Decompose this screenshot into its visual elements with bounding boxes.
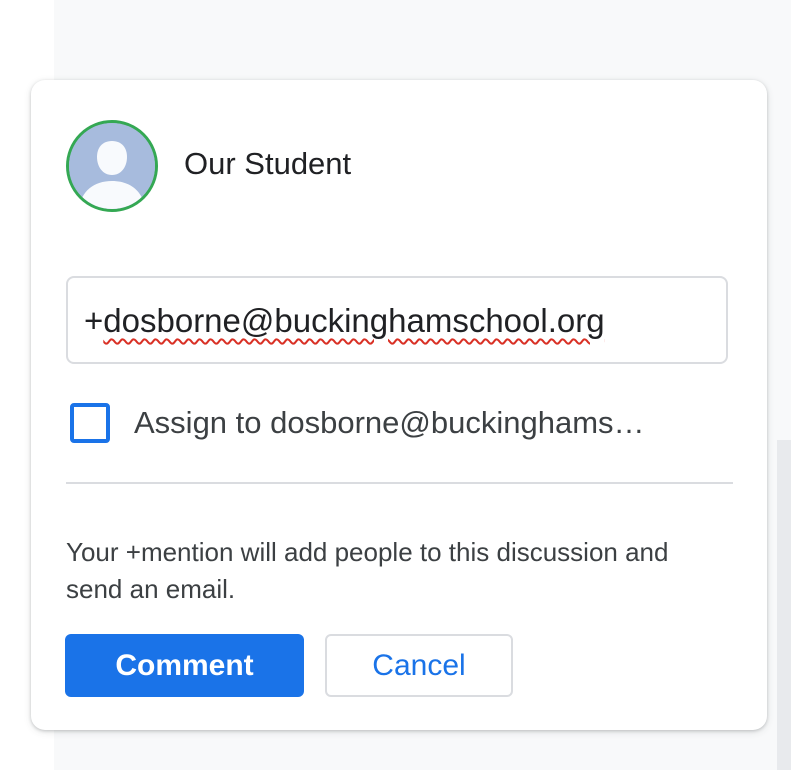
assign-label[interactable]: Assign to dosborne@buckinghamschool.org	[134, 405, 654, 441]
person-icon	[69, 123, 155, 209]
scrollbar[interactable]	[777, 440, 791, 770]
assign-row[interactable]: Assign to dosborne@buckinghamschool.org	[70, 399, 654, 447]
mention-hint: Your +mention will add people to this di…	[66, 537, 669, 604]
mention-prefix: +	[84, 302, 104, 339]
comment-card: Our Student + dosborne@buckinghamschool.o…	[31, 80, 767, 730]
author-name: Our Student	[184, 146, 352, 181]
divider	[66, 482, 733, 484]
cancel-button[interactable]: Cancel	[325, 634, 513, 697]
comment-input[interactable]: + dosborne@buckinghamschool.org	[66, 276, 728, 364]
avatar	[66, 120, 158, 212]
mention-text: dosborne@buckinghamschool.org	[103, 302, 605, 339]
assign-checkbox[interactable]	[70, 403, 110, 443]
comment-button[interactable]: Comment	[65, 634, 304, 697]
